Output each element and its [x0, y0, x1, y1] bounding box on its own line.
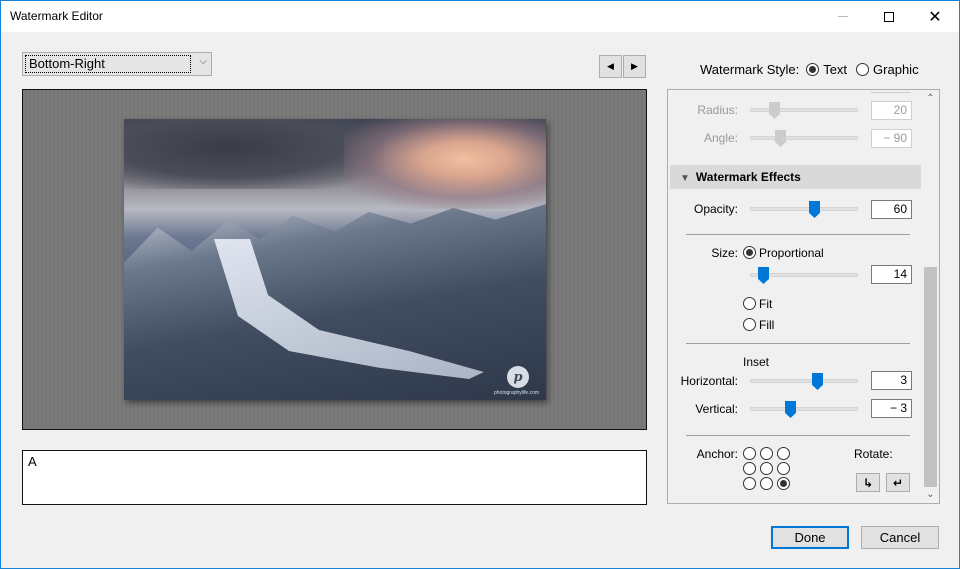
- radius-value[interactable]: 20: [871, 101, 912, 120]
- opacity-value[interactable]: 60: [871, 200, 912, 219]
- style-graphic-radio[interactable]: [856, 63, 870, 76]
- triangle-down-icon: ▼: [680, 173, 690, 184]
- photo-mountains: [124, 204, 546, 400]
- divider: [686, 234, 910, 235]
- anchor-label: Anchor:: [696, 447, 738, 461]
- minimize-button[interactable]: [820, 1, 866, 32]
- next-image-button[interactable]: ▶: [623, 55, 646, 78]
- watermark-editor-window: Watermark Editor ✕ Bottom-Right ⌵ ◀ ▶ p …: [0, 0, 960, 569]
- size-proportional-radio[interactable]: [743, 246, 756, 259]
- scroll-thumb[interactable]: [924, 267, 937, 487]
- window-title: Watermark Editor: [10, 9, 103, 23]
- rotate-clockwise-icon: ↳: [862, 475, 874, 490]
- opacity-slider-track[interactable]: [750, 207, 858, 211]
- preview-photo: p photographylife.com: [124, 119, 546, 400]
- rotate-counterclockwise-button[interactable]: ↵: [886, 473, 910, 492]
- chevron-up-icon: ⌃: [926, 93, 935, 104]
- watermark-caption: photographylife.com: [494, 390, 540, 396]
- watermark-text-input[interactable]: A: [22, 450, 647, 505]
- style-text-label[interactable]: Text: [823, 62, 847, 77]
- preview-area: p photographylife.com: [22, 89, 647, 430]
- vertical-slider-thumb[interactable]: [785, 401, 796, 418]
- radius-label: Radius:: [697, 103, 738, 117]
- chevron-down-icon: ⌄: [926, 489, 935, 500]
- vertical-value[interactable]: − 3: [871, 399, 912, 418]
- size-value[interactable]: 14: [871, 265, 912, 284]
- angle-slider-thumb[interactable]: [775, 130, 786, 147]
- settings-panel: Radius: 20 Angle: − 90 ▼ Watermark Effect…: [667, 89, 940, 504]
- position-select-value: Bottom-Right: [25, 55, 191, 73]
- divider: [686, 343, 910, 344]
- radius-slider-thumb[interactable]: [769, 102, 780, 119]
- panel-scrollbar[interactable]: ⌃ ⌄: [922, 90, 939, 503]
- anchor-top-left[interactable]: [743, 447, 756, 460]
- style-text-radio[interactable]: [806, 63, 820, 76]
- size-proportional-label[interactable]: Proportional: [759, 246, 824, 260]
- anchor-bottom-center[interactable]: [760, 477, 773, 490]
- position-select[interactable]: Bottom-Right ⌵: [22, 52, 212, 76]
- opacity-slider-thumb[interactable]: [809, 201, 820, 218]
- anchor-bottom-right[interactable]: [777, 477, 790, 490]
- watermark-logo: p: [507, 366, 529, 388]
- cancel-button[interactable]: Cancel: [861, 526, 939, 549]
- anchor-grid: [743, 447, 790, 490]
- maximize-icon: [884, 11, 894, 22]
- chevron-down-icon: ⌵: [199, 56, 207, 67]
- vertical-slider-track[interactable]: [750, 407, 858, 411]
- anchor-bottom-left[interactable]: [743, 477, 756, 490]
- watermark-style-row: Watermark Style: Text Graphic: [700, 62, 919, 77]
- anchor-top-center[interactable]: [760, 447, 773, 460]
- scroll-up-button[interactable]: ⌃: [922, 90, 939, 107]
- horizontal-slider-track[interactable]: [750, 379, 858, 383]
- rotate-label: Rotate:: [854, 447, 893, 461]
- close-button[interactable]: ✕: [912, 1, 958, 32]
- rotate-counterclockwise-icon: ↵: [892, 475, 904, 490]
- horizontal-slider-thumb[interactable]: [812, 373, 823, 390]
- size-slider-thumb[interactable]: [758, 267, 769, 284]
- size-fit-radio[interactable]: [743, 297, 756, 310]
- opacity-label: Opacity:: [693, 202, 738, 216]
- anchor-top-right[interactable]: [777, 447, 790, 460]
- angle-label: Angle:: [703, 131, 738, 145]
- anchor-center[interactable]: [760, 462, 773, 475]
- close-icon: ✕: [928, 8, 942, 26]
- previous-image-button[interactable]: ◀: [599, 55, 622, 78]
- triangle-left-icon: ◀: [607, 61, 614, 71]
- triangle-right-icon: ▶: [631, 61, 638, 71]
- watermark-effects-title: Watermark Effects: [695, 170, 801, 184]
- size-fit-label[interactable]: Fit: [759, 297, 772, 311]
- radius-slider-track[interactable]: [750, 108, 858, 112]
- partial-divider: [871, 92, 911, 93]
- size-fill-label[interactable]: Fill: [759, 318, 774, 332]
- anchor-middle-left[interactable]: [743, 462, 756, 475]
- scroll-down-button[interactable]: ⌄: [922, 486, 939, 503]
- angle-slider-track[interactable]: [750, 136, 858, 140]
- done-button[interactable]: Done: [771, 526, 849, 549]
- rotate-clockwise-button[interactable]: ↳: [856, 473, 880, 492]
- title-bar: Watermark Editor ✕: [1, 1, 959, 32]
- horizontal-label: Horizontal:: [680, 374, 738, 388]
- watermark-effects-header[interactable]: ▼ Watermark Effects: [670, 165, 921, 189]
- divider: [686, 435, 910, 436]
- horizontal-value[interactable]: 3: [871, 371, 912, 390]
- minimize-icon: [838, 16, 848, 17]
- maximize-button[interactable]: [866, 1, 912, 32]
- vertical-label: Vertical:: [695, 402, 738, 416]
- inset-title: Inset: [743, 355, 770, 369]
- anchor-middle-right[interactable]: [777, 462, 790, 475]
- size-fill-radio[interactable]: [743, 318, 756, 331]
- watermark-style-label: Watermark Style:: [700, 62, 800, 77]
- size-label: Size:: [711, 246, 738, 260]
- style-graphic-label[interactable]: Graphic: [873, 62, 919, 77]
- photo-sunset-glow: [344, 119, 546, 209]
- angle-value[interactable]: − 90: [871, 129, 912, 148]
